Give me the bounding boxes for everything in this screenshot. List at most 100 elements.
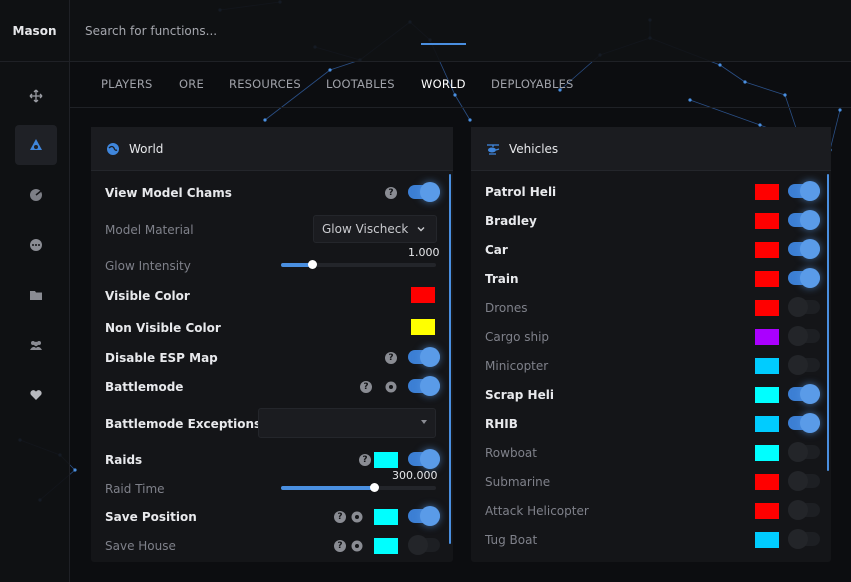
help-icon[interactable]: ? [360, 381, 372, 393]
color-swatch-train[interactable] [755, 271, 779, 287]
help-icon[interactable]: ? [359, 454, 371, 466]
toggle-cargo-ship[interactable] [788, 326, 820, 346]
label-scrap-heli: Scrap Heli [485, 388, 554, 402]
color-swatch-raids[interactable] [374, 452, 398, 468]
color-swatch-minicopter[interactable] [755, 358, 779, 374]
label-glow-intensity: Glow Intensity [105, 259, 191, 273]
color-swatch-rowboat[interactable] [755, 445, 779, 461]
vehicles-scrollbar[interactable] [827, 174, 829, 471]
toggle-bradley[interactable] [788, 210, 820, 230]
toggle-save-house[interactable] [408, 535, 440, 555]
sidebar-item-aim[interactable] [15, 76, 57, 116]
gear-icon[interactable] [351, 540, 363, 552]
color-swatch-attack-helicopter[interactable] [755, 503, 779, 519]
brand-name: Mason [0, 0, 70, 62]
slider-glow-intensity[interactable] [281, 260, 436, 269]
gear-icon[interactable] [385, 381, 397, 393]
sidebar [0, 62, 70, 582]
label-raid-time: Raid Time [105, 482, 165, 496]
gear-icon[interactable] [351, 511, 363, 523]
label-rowboat: Rowboat [485, 446, 537, 460]
toggle-battlemode[interactable] [408, 376, 440, 396]
color-swatch-car[interactable] [755, 242, 779, 258]
label-disable-esp-map: Disable ESP Map [105, 351, 218, 365]
tab-players[interactable]: PLAYERS [101, 77, 153, 91]
toggle-save-position[interactable] [408, 506, 440, 526]
vehicles-panel-header: Vehicles [471, 127, 831, 171]
toggle-minicopter[interactable] [788, 355, 820, 375]
tab-resources[interactable]: RESOURCES [229, 77, 301, 91]
color-swatch-non-visible[interactable] [411, 319, 435, 335]
toggle-car[interactable] [788, 239, 820, 259]
app-window: Mason PLAYERS ORE RESOURCES LOOTABLES [0, 0, 851, 582]
slider-thumb[interactable] [370, 483, 379, 492]
caret-down-icon [421, 420, 427, 424]
label-cargo-ship: Cargo ship [485, 330, 550, 344]
label-battlemode: Battlemode [105, 380, 184, 394]
label-submarine: Submarine [485, 475, 551, 489]
help-icon[interactable]: ? [385, 187, 397, 199]
world-panel-header: World [91, 127, 453, 171]
tab-lootables[interactable]: LOOTABLES [326, 77, 395, 91]
users-icon [30, 341, 42, 350]
label-patrol-heli: Patrol Heli [485, 185, 557, 199]
sidebar-item-misc[interactable] [15, 225, 57, 265]
color-swatch-drones[interactable] [755, 300, 779, 316]
tab-ore[interactable]: ORE [179, 77, 204, 91]
sidebar-item-visuals[interactable] [15, 125, 57, 165]
search-input[interactable] [85, 24, 385, 38]
color-swatch-visible[interactable] [411, 287, 435, 303]
select-model-material-value: Glow Vischeck [322, 222, 409, 236]
sidebar-item-files[interactable] [15, 275, 57, 315]
sidebar-item-favorites[interactable] [15, 375, 57, 415]
color-swatch-cargo-ship[interactable] [755, 329, 779, 345]
color-swatch-scrap-heli[interactable] [755, 387, 779, 403]
world-panel-title: World [129, 141, 164, 156]
color-swatch-bradley[interactable] [755, 213, 779, 229]
sidebar-item-radar[interactable] [15, 175, 57, 215]
chevron-down-icon [417, 227, 425, 232]
color-swatch-save-position[interactable] [374, 509, 398, 525]
help-icon[interactable]: ? [334, 511, 346, 523]
toggle-train[interactable] [788, 268, 820, 288]
vehicles-panel-title: Vehicles [509, 141, 559, 156]
label-car: Car [485, 243, 508, 257]
toggle-scrap-heli[interactable] [788, 384, 820, 404]
world-scrollbar[interactable] [449, 174, 451, 544]
toggle-raids[interactable] [408, 449, 440, 469]
label-bradley: Bradley [485, 214, 537, 228]
label-view-model-chams: View Model Chams [105, 186, 232, 200]
help-icon[interactable]: ? [334, 540, 346, 552]
color-swatch-patrol-heli[interactable] [755, 184, 779, 200]
toggle-tug-boat[interactable] [788, 529, 820, 549]
help-icon[interactable]: ? [385, 352, 397, 364]
heart-icon [30, 390, 42, 400]
tab-bar: PLAYERS ORE RESOURCES LOOTABLES WORLD DE… [70, 62, 851, 108]
toggle-rowboat[interactable] [788, 442, 820, 462]
label-visible-color: Visible Color [105, 289, 190, 303]
label-train: Train [485, 272, 519, 286]
label-rhib: RHIB [485, 417, 518, 431]
label-model-material: Model Material [105, 223, 194, 237]
toggle-view-model-chams[interactable] [408, 182, 440, 202]
select-battlemode-exceptions[interactable] [258, 408, 436, 438]
color-swatch-submarine[interactable] [755, 474, 779, 490]
toggle-attack-helicopter[interactable] [788, 500, 820, 520]
select-model-material[interactable]: Glow Vischeck [313, 215, 437, 243]
toggle-disable-esp-map[interactable] [408, 347, 440, 367]
slider-raid-time[interactable] [281, 483, 436, 492]
toggle-rhib[interactable] [788, 413, 820, 433]
sidebar-item-players[interactable] [15, 325, 57, 365]
color-swatch-save-house[interactable] [374, 538, 398, 554]
tab-world[interactable]: WORLD [421, 77, 466, 91]
tab-deployables[interactable]: DEPLOYABLES [491, 77, 574, 91]
toggle-patrol-heli[interactable] [788, 181, 820, 201]
toggle-drones[interactable] [788, 297, 820, 317]
toggle-submarine[interactable] [788, 471, 820, 491]
color-swatch-tug-boat[interactable] [755, 532, 779, 548]
color-swatch-rhib[interactable] [755, 416, 779, 432]
label-non-visible-color: Non Visible Color [105, 321, 221, 335]
helicopter-icon [487, 143, 500, 155]
slider-thumb[interactable] [308, 260, 317, 269]
label-drones: Drones [485, 301, 528, 315]
